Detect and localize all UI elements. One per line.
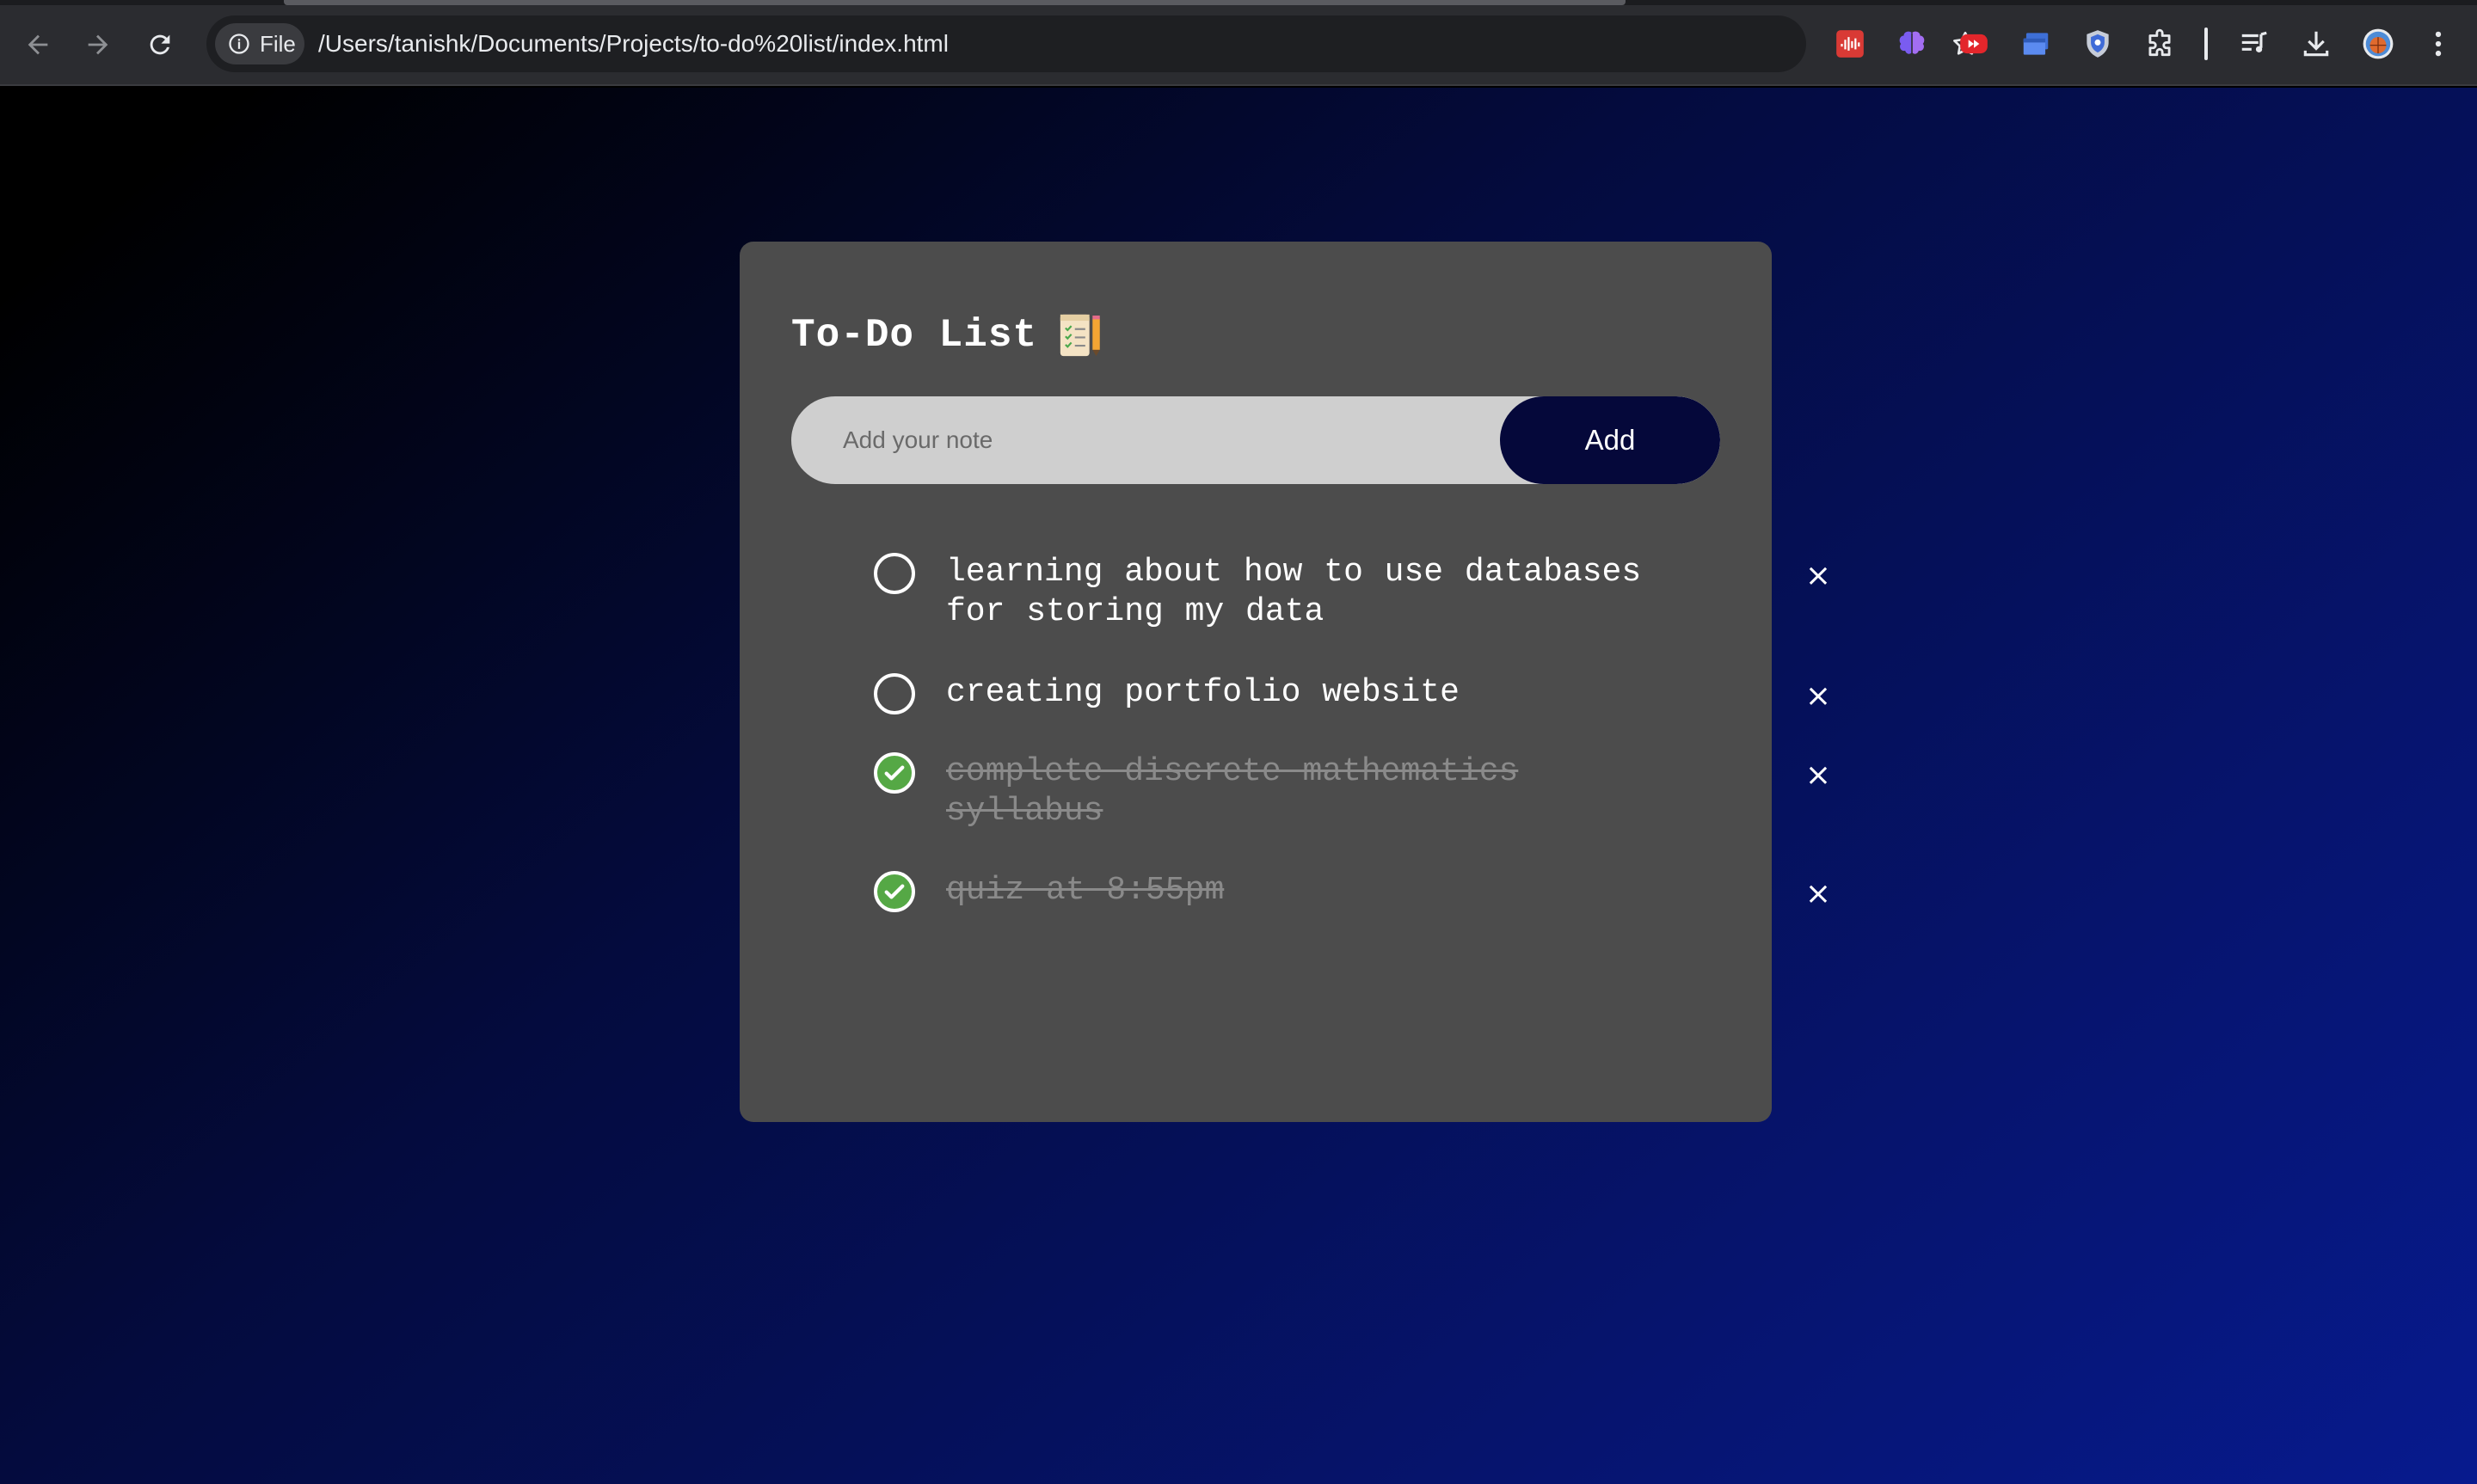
card-header: To-Do List [791, 310, 1106, 360]
todo-text[interactable]: creating portfolio website [946, 673, 1669, 713]
browser-menu-button[interactable] [2420, 26, 2456, 62]
add-button[interactable]: Add [1500, 396, 1720, 484]
forward-arrow-icon [88, 34, 108, 55]
address-bar[interactable]: File /Users/tanishk/Documents/Projects/t… [206, 15, 1977, 72]
profile-avatar [2363, 28, 2394, 59]
tab-strip [0, 0, 2477, 5]
delete-button[interactable]: × [1801, 876, 1835, 911]
browser-toolbar: File /Users/tanishk/Documents/Projects/t… [0, 0, 2477, 86]
checkmark-icon [884, 765, 905, 781]
brain-extension-icon [1899, 31, 1925, 54]
notepad-checklist-icon [1060, 314, 1100, 357]
note-input-row: Add [791, 396, 1720, 484]
kebab-menu-icon [2435, 31, 2442, 57]
youtube-extension-icon [1960, 34, 1988, 54]
delete-button[interactable]: × [1801, 678, 1835, 714]
reload-button[interactable] [138, 22, 182, 67]
url-text[interactable]: /Users/tanishk/Documents/Projects/to-do%… [318, 15, 949, 72]
page-background: To-Do List Add learning about how to use… [0, 88, 2477, 1484]
site-chip-label: File [260, 30, 296, 57]
delete-button[interactable]: × [1801, 757, 1835, 793]
toolbar-divider [2204, 28, 2208, 60]
checkmark-icon [884, 884, 905, 899]
media-queue-button[interactable] [2236, 26, 2272, 62]
reload-icon [150, 34, 170, 55]
back-button[interactable] [15, 22, 60, 67]
audio-extension-icon [1836, 30, 1864, 58]
unchecked-circle-icon[interactable] [874, 673, 915, 714]
page-title: To-Do List [791, 313, 1038, 358]
extension-brain[interactable] [1894, 26, 1930, 62]
unchecked-circle-icon[interactable] [874, 553, 915, 594]
downloads-button[interactable] [2298, 26, 2334, 62]
puzzle-icon [2148, 28, 2171, 57]
todo-text[interactable]: complete discrete mathematics syllabus [946, 752, 1669, 831]
extension-youtube[interactable] [1956, 26, 1992, 62]
profile-button[interactable] [2360, 26, 2396, 62]
info-icon [229, 34, 249, 54]
site-info-chip[interactable]: File [215, 23, 304, 64]
delete-button[interactable]: × [1801, 558, 1835, 593]
checked-circle-icon[interactable] [874, 871, 915, 912]
extension-window[interactable] [2018, 26, 2054, 62]
window-extension-icon [2023, 33, 2049, 55]
download-icon [2303, 31, 2329, 57]
back-arrow-icon [28, 34, 48, 55]
todo-card: To-Do List Add learning about how to use… [740, 242, 1831, 1122]
extension-audio[interactable] [1832, 26, 1868, 62]
extension-shield[interactable] [2080, 26, 2116, 62]
todo-text[interactable]: learning about how to use databases for … [946, 553, 1669, 632]
note-input[interactable] [791, 396, 1505, 484]
checked-circle-icon[interactable] [874, 752, 915, 794]
shield-extension-icon [2087, 30, 2109, 58]
forward-button[interactable] [76, 22, 120, 67]
media-queue-icon [2241, 31, 2267, 52]
extensions-button[interactable] [2142, 26, 2178, 62]
todo-text[interactable]: quiz at 8:55pm [946, 871, 1669, 911]
